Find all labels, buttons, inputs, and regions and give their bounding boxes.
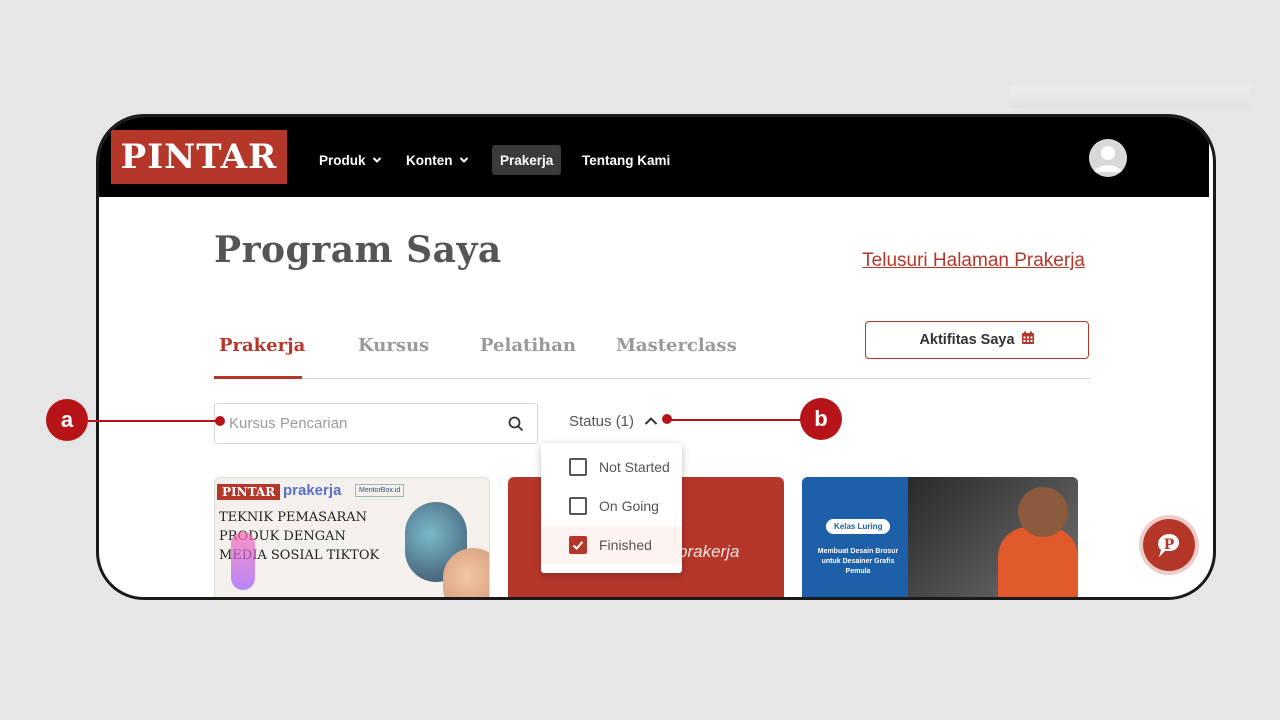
tab-kursus[interactable]: Kursus <box>358 335 429 356</box>
option-label: Finished <box>599 537 652 553</box>
nav-produk[interactable]: Produk <box>319 145 382 175</box>
partner2-tag: MentorBox.id <box>355 484 405 497</box>
navbar: PINTAR Produk Konten Prakerja Tentang Ka… <box>99 117 1209 197</box>
course-badge: Kelas Luring <box>826 519 891 534</box>
person-image <box>998 527 1078 597</box>
status-filter-toggle[interactable]: Status (1) <box>569 413 658 430</box>
activity-button-label: Aktifitas Saya <box>919 332 1015 348</box>
active-tab-indicator <box>214 376 302 379</box>
person-image <box>1018 487 1068 537</box>
checkbox-checked[interactable] <box>569 536 587 554</box>
callout-line <box>668 419 804 421</box>
search-icon[interactable] <box>507 415 525 433</box>
logo[interactable]: PINTAR <box>111 130 287 184</box>
tab-pelatihan[interactable]: Pelatihan <box>480 335 576 356</box>
card-panel <box>802 477 908 597</box>
callout-dot <box>215 416 225 426</box>
option-label: Not Started <box>599 459 670 475</box>
search-input[interactable] <box>215 404 509 443</box>
status-option-finished[interactable]: Finished <box>541 526 682 564</box>
tab-divider <box>214 378 1090 379</box>
nav-konten[interactable]: Konten <box>406 145 469 175</box>
chat-button[interactable]: P <box>1143 519 1195 571</box>
status-filter-label: Status (1) <box>569 413 635 430</box>
activity-button[interactable]: Aktifitas Saya <box>865 321 1089 359</box>
tab-masterclass[interactable]: Masterclass <box>616 335 737 356</box>
browser-frame: PINTAR Produk Konten Prakerja Tentang Ka… <box>96 114 1216 600</box>
tab-prakerja[interactable]: Prakerja <box>219 335 305 356</box>
status-option-on-going[interactable]: On Going <box>541 487 682 525</box>
checkbox[interactable] <box>569 497 587 515</box>
brand-tag: PINTAR <box>217 484 281 500</box>
status-dropdown: Not Started On Going Finished <box>541 443 682 573</box>
calendar-icon <box>1021 331 1035 349</box>
nav-label: Konten <box>406 152 453 168</box>
chevron-down-icon <box>372 155 382 165</box>
nav-label: Produk <box>319 152 366 168</box>
partner-tag: prakerja <box>283 482 342 499</box>
option-label: On Going <box>599 498 659 514</box>
avatar[interactable] <box>1089 139 1127 177</box>
callout-dot <box>662 414 672 424</box>
callout-line <box>88 420 220 422</box>
checkbox[interactable] <box>569 458 587 476</box>
chevron-up-icon <box>644 413 658 430</box>
callout-a: a <box>46 399 88 441</box>
course-description: Membuat Desain Brosur untuk Desainer Gra… <box>817 548 899 575</box>
card-watermark: prakerja <box>678 542 740 561</box>
nav-tentang-kami[interactable]: Tentang Kami <box>582 145 670 175</box>
page-title: Program Saya <box>214 229 502 271</box>
callout-b: b <box>800 398 842 440</box>
status-option-not-started[interactable]: Not Started <box>541 448 682 486</box>
svg-text:P: P <box>1164 537 1175 553</box>
background-strip <box>1010 86 1250 108</box>
nav-prakerja[interactable]: Prakerja <box>492 145 562 175</box>
checkmark-icon <box>572 541 584 550</box>
course-card[interactable]: Kelas Luring Membuat Desain Brosur untuk… <box>802 477 1078 597</box>
chat-icon: P <box>1158 534 1180 557</box>
user-icon <box>1089 139 1127 177</box>
search-box <box>214 403 538 444</box>
chevron-down-icon <box>459 155 469 165</box>
course-card[interactable]: PINTAR prakerja MentorBox.id Teknik Pema… <box>214 477 490 597</box>
decorative-shape <box>231 532 255 590</box>
browse-prakerja-link[interactable]: Telusuri Halaman Prakerja <box>862 250 1085 272</box>
